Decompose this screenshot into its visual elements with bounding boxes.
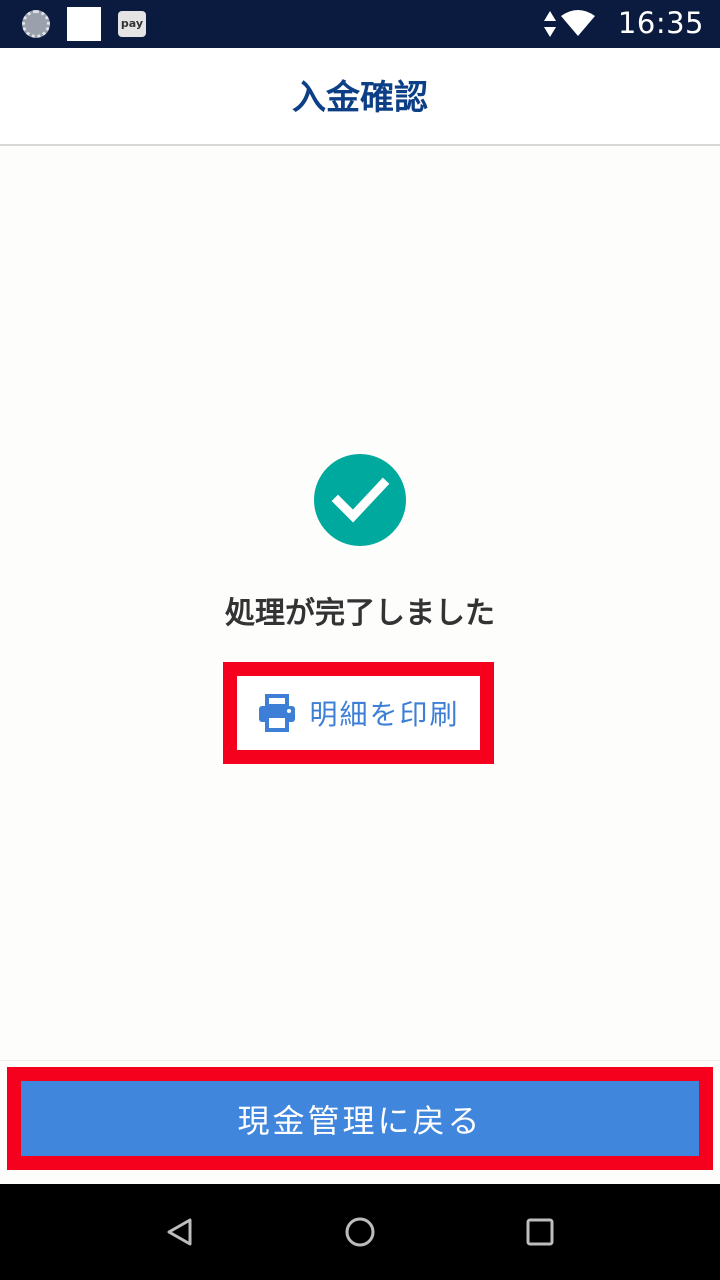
white-square-icon	[67, 7, 101, 41]
data-arrows-icon	[544, 11, 556, 37]
home-circle-icon[interactable]	[340, 1212, 380, 1252]
status-bar: pay 16:35	[0, 0, 720, 48]
loading-icon	[22, 10, 50, 38]
check-circle-icon	[314, 454, 406, 546]
wifi-icon	[561, 10, 595, 36]
pay-icon: pay	[118, 11, 146, 37]
navigation-bar	[0, 1184, 720, 1280]
status-time: 16:35	[617, 6, 704, 40]
screen: pay 16:35 入金確認 処理が完了しました 明細を印刷 現金管理に戻る	[0, 0, 720, 1280]
printer-icon	[259, 694, 296, 732]
print-button-label: 明細を印刷	[309, 698, 460, 731]
app-header: 入金確認	[0, 48, 720, 146]
recent-square-icon[interactable]	[520, 1212, 560, 1252]
back-triangle-icon[interactable]	[160, 1212, 200, 1252]
print-statement-button[interactable]: 明細を印刷	[237, 676, 480, 750]
back-button-highlight: 現金管理に戻る	[7, 1067, 713, 1170]
back-to-cash-management-button[interactable]: 現金管理に戻る	[21, 1081, 699, 1156]
page-title: 入金確認	[292, 78, 428, 118]
completion-message: 処理が完了しました	[225, 596, 495, 631]
print-button-highlight: 明細を印刷	[223, 662, 494, 764]
